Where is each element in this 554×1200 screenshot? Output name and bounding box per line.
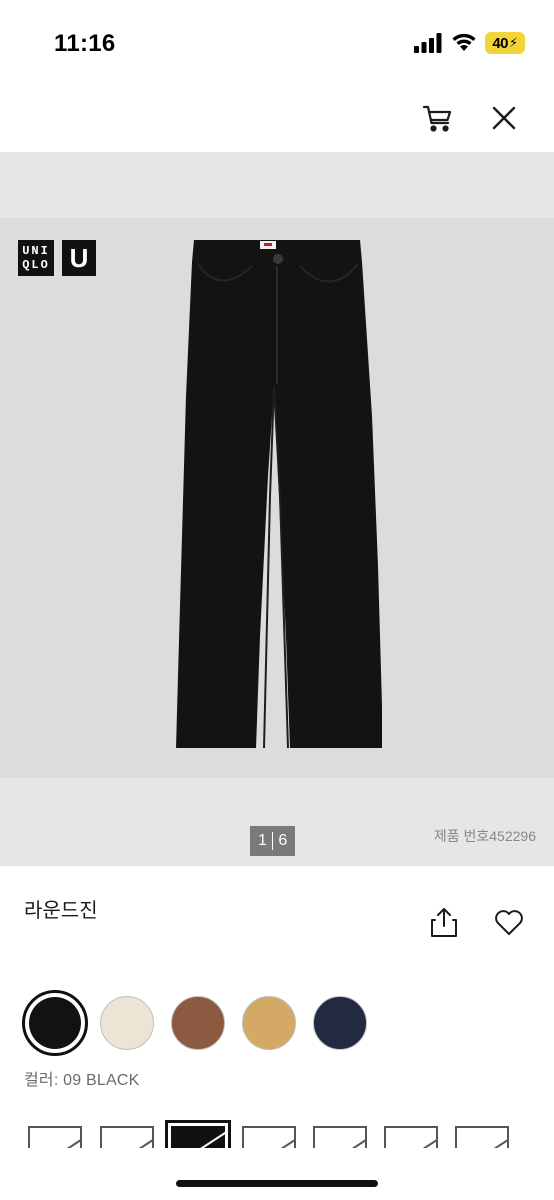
logo-line-1: UNI bbox=[22, 244, 50, 258]
pager-total: 6 bbox=[278, 832, 288, 849]
pager-current: 1 bbox=[258, 832, 267, 849]
product-number: 제품 번호452296 bbox=[433, 828, 536, 844]
color-swatch-navy[interactable] bbox=[313, 996, 367, 1050]
battery-icon: 40 ⚡ bbox=[485, 32, 525, 54]
top-nav bbox=[0, 80, 554, 152]
uniqlo-u-logo: U bbox=[62, 240, 96, 276]
color-swatch-off-white[interactable] bbox=[100, 996, 154, 1050]
swatch-fill bbox=[29, 997, 81, 1049]
color-swatch-brown[interactable] bbox=[171, 996, 225, 1050]
pager-divider bbox=[271, 832, 274, 850]
image-pager: 1 6 bbox=[250, 826, 296, 856]
logo-line-2: QLO bbox=[22, 258, 50, 272]
uniqlo-logo: UNI QLO bbox=[18, 240, 54, 276]
battery-level: 40 bbox=[492, 34, 509, 52]
product-image-gallery[interactable]: UNI QLO U 1 6 제품 번호452296 bbox=[0, 152, 554, 866]
wifi-icon bbox=[452, 33, 476, 51]
status-bar: 11:16 40 ⚡ bbox=[0, 0, 554, 80]
share-icon[interactable] bbox=[430, 906, 458, 938]
product-title: 라운드진 bbox=[24, 900, 98, 922]
signal-icon bbox=[414, 33, 442, 53]
status-time: 11:16 bbox=[54, 30, 116, 57]
color-swatch-black[interactable] bbox=[22, 990, 88, 1056]
color-swatches bbox=[22, 990, 382, 1058]
heart-icon[interactable] bbox=[494, 908, 524, 936]
cart-icon[interactable] bbox=[422, 102, 454, 134]
charging-bolt-icon: ⚡ bbox=[509, 35, 518, 50]
color-swatch-mustard[interactable] bbox=[242, 996, 296, 1050]
product-image-pants bbox=[176, 240, 382, 749]
home-indicator bbox=[176, 1180, 378, 1187]
selected-color-label: 컬러: 09 BLACK bbox=[24, 1072, 140, 1089]
close-icon[interactable] bbox=[490, 104, 518, 132]
bottom-safe-area bbox=[0, 1148, 554, 1200]
